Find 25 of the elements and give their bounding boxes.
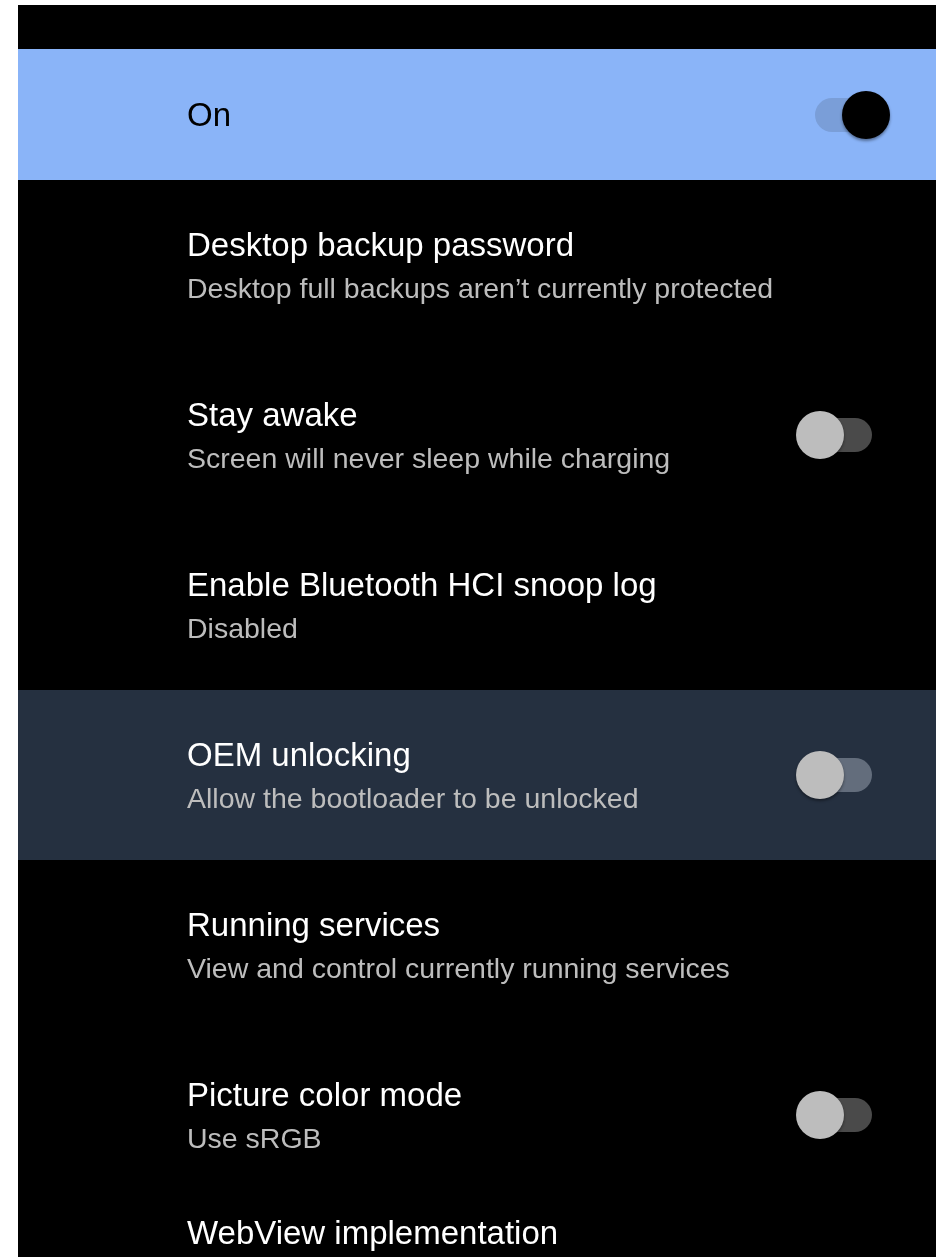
setting-summary: Use sRGB [187,1121,323,1155]
main-switch-label: On [187,95,232,134]
setting-title: WebView implementation [187,1214,559,1252]
settings-row[interactable]: Running services View and control currently running services [18,860,936,1030]
toggle-switch[interactable] [796,411,872,459]
setting-summary: Screen will never sleep while charging [187,441,671,475]
setting-title: OEM unlocking [187,735,412,774]
setting-title: Desktop backup password [187,225,576,264]
settings-row[interactable]: Desktop backup password Desktop full backups aren’t currently protected [18,180,936,350]
settings-row[interactable]: Picture color mode Use sRGB [18,1030,936,1200]
setting-summary: Desktop full backups aren’t currently protected [187,271,774,305]
settings-row[interactable]: Enable Bluetooth HCI snoop log Disabled [18,520,936,690]
setting-summary: View and control currently running services [187,951,730,985]
setting-title: Stay awake [187,395,359,434]
toggle-switch[interactable] [796,1091,872,1139]
settings-row[interactable]: WebView implementation [18,1200,936,1252]
setting-title: Running services [187,905,442,944]
setting-summary: Disabled [187,611,299,645]
settings-row[interactable]: Stay awake Screen will never sleep while charging [18,350,936,520]
toggle-switch[interactable] [796,751,872,799]
setting-title: Picture color mode [187,1075,463,1114]
setting-summary: Allow the bootloader to be unlocked [187,781,639,815]
setting-title: Enable Bluetooth HCI snoop log [187,565,657,604]
settings-row[interactable]: OEM unlocking Allow the bootloader to be unlocked [18,690,936,860]
main-switch-bar[interactable]: On [18,49,936,180]
